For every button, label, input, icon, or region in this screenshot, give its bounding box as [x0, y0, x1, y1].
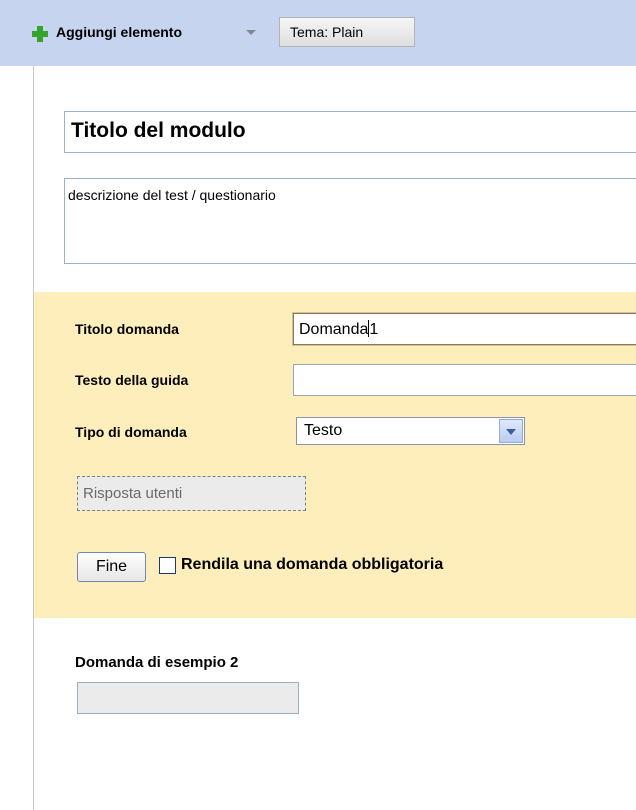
answer-preview: Risposta utenti — [77, 476, 306, 511]
sample-question-label: Domanda di esempio 2 — [75, 654, 239, 671]
done-button[interactable]: Fine — [77, 552, 146, 582]
required-checkbox[interactable] — [159, 557, 176, 574]
add-item-button[interactable]: Aggiungi elemento — [21, 17, 262, 47]
form-title-field[interactable]: Titolo del modulo — [64, 111, 636, 153]
question-type-select[interactable]: Testo — [296, 417, 525, 445]
question-title-text: Domanda — [299, 321, 369, 338]
question-title-text-rest: 1 — [369, 321, 379, 338]
plus-icon — [32, 26, 48, 42]
help-text-input[interactable] — [293, 364, 636, 396]
add-item-label: Aggiungi elemento — [56, 24, 182, 40]
required-checkbox-label[interactable]: Rendila una domanda obbligatoria — [181, 556, 443, 574]
form-editor-page: Aggiungi elemento Tema: Plain Titolo del… — [0, 0, 636, 810]
question-title-input[interactable]: Domanda1 — [293, 313, 636, 345]
toolbar: Aggiungi elemento Tema: Plain — [0, 0, 636, 66]
form-description-field[interactable]: descrizione del test / questionario — [64, 178, 636, 264]
dropdown-arrow-icon[interactable] — [499, 419, 523, 443]
sample-question-input — [77, 682, 299, 714]
question-type-value: Testo — [304, 422, 343, 439]
theme-button[interactable]: Tema: Plain — [279, 17, 415, 47]
chevron-down-icon — [246, 30, 256, 35]
help-text-label: Testo della guida — [75, 372, 189, 388]
question-type-label: Tipo di domanda — [75, 424, 187, 440]
question-title-label: Titolo domanda — [75, 321, 179, 337]
